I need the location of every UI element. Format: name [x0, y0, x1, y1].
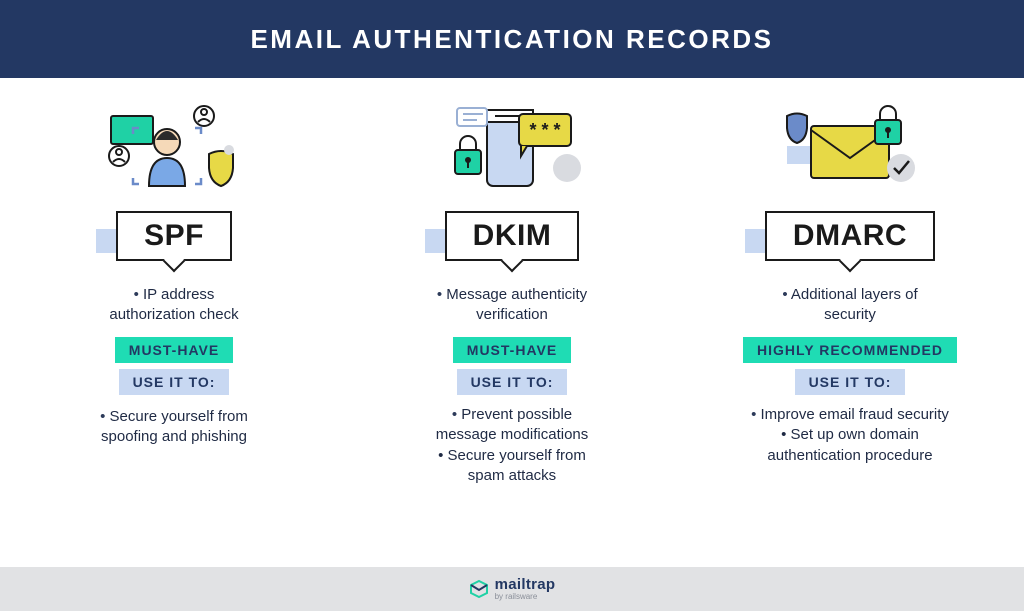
dmarc-desc: Additional layers of security — [782, 283, 917, 327]
spf-desc-line1: IP address — [143, 286, 214, 303]
spf-useit-label: USE IT TO: — [119, 369, 230, 395]
dkim-useit-label: USE IT TO: — [457, 369, 568, 395]
spf-priority-tag: MUST-HAVE — [115, 337, 233, 363]
footer-brand: mailtrap — [495, 577, 556, 592]
spf-useit: Secure yourself from spoofing and phishi… — [100, 405, 248, 449]
footer-text: mailtrap by railsware — [495, 577, 556, 601]
dmarc-useit-l3: authentication procedure — [767, 447, 932, 464]
dmarc-useit: Improve email fraud security • Set up ow… — [751, 405, 949, 466]
dkim-useit: Prevent possible message modifications •… — [436, 405, 589, 486]
dkim-label: DKIM — [445, 211, 580, 261]
spf-useit-line2: spoofing and phishing — [101, 428, 247, 445]
footer-byline: by railsware — [495, 593, 556, 601]
dkim-useit-l2: message modifications — [436, 426, 589, 443]
dmarc-priority-tag: HIGHLY RECOMMENDED — [743, 337, 957, 363]
header: EMAIL AUTHENTICATION RECORDS — [0, 0, 1024, 78]
mailtrap-icon — [469, 579, 489, 599]
spf-useit-line1: Secure yourself from — [110, 408, 248, 425]
spf-desc-line2: authorization check — [109, 306, 238, 323]
spf-illustration — [89, 98, 259, 193]
page-title: EMAIL AUTHENTICATION RECORDS — [250, 24, 773, 55]
column-dmarc: DMARC Additional layers of security HIGH… — [690, 98, 1010, 557]
footer: mailtrap by railsware — [0, 567, 1024, 611]
dmarc-useit-l2: • Set up own domain — [781, 426, 919, 443]
spf-desc: IP address authorization check — [109, 283, 238, 327]
dkim-desc: Message authenticity verification — [437, 283, 587, 327]
dmarc-useit-l1: Improve email fraud security — [761, 406, 949, 423]
dmarc-desc-line2: security — [824, 306, 876, 323]
dkim-useit-l4: spam attacks — [468, 467, 556, 484]
main-columns: SPF IP address authorization check MUST-… — [0, 78, 1024, 567]
dmarc-label-wrap: DMARC — [765, 211, 935, 261]
column-spf: SPF IP address authorization check MUST-… — [14, 98, 334, 557]
svg-text:* * *: * * * — [529, 120, 560, 140]
dmarc-desc-line1: Additional layers of — [791, 286, 918, 303]
column-dkim: * * * DKIM Message authenticity verifica… — [352, 98, 672, 557]
dkim-useit-l1: Prevent possible — [461, 406, 572, 423]
dkim-desc-line2: verification — [476, 306, 548, 323]
dkim-desc-line1: Message authenticity — [446, 286, 587, 303]
dmarc-useit-label: USE IT TO: — [795, 369, 906, 395]
dmarc-illustration — [765, 98, 935, 193]
dkim-label-wrap: DKIM — [445, 211, 580, 261]
dkim-useit-l3: • Secure yourself from — [438, 447, 586, 464]
spf-label-wrap: SPF — [116, 211, 232, 261]
dkim-priority-tag: MUST-HAVE — [453, 337, 571, 363]
dkim-illustration: * * * — [427, 98, 597, 193]
spf-label: SPF — [116, 211, 232, 261]
dmarc-label: DMARC — [765, 211, 935, 261]
